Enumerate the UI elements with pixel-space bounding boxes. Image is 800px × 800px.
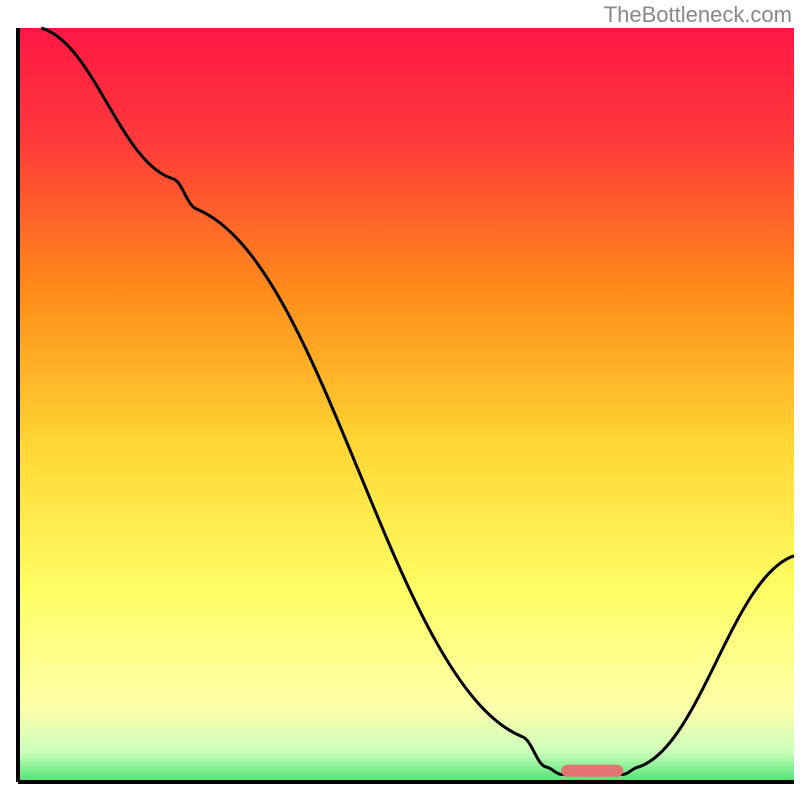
- optimal-marker: [561, 765, 623, 777]
- chart-svg: [0, 0, 800, 800]
- watermark-text: TheBottleneck.com: [604, 2, 792, 28]
- plot-area: [18, 28, 794, 782]
- gradient-background: [18, 28, 794, 782]
- bottleneck-chart: TheBottleneck.com: [0, 0, 800, 800]
